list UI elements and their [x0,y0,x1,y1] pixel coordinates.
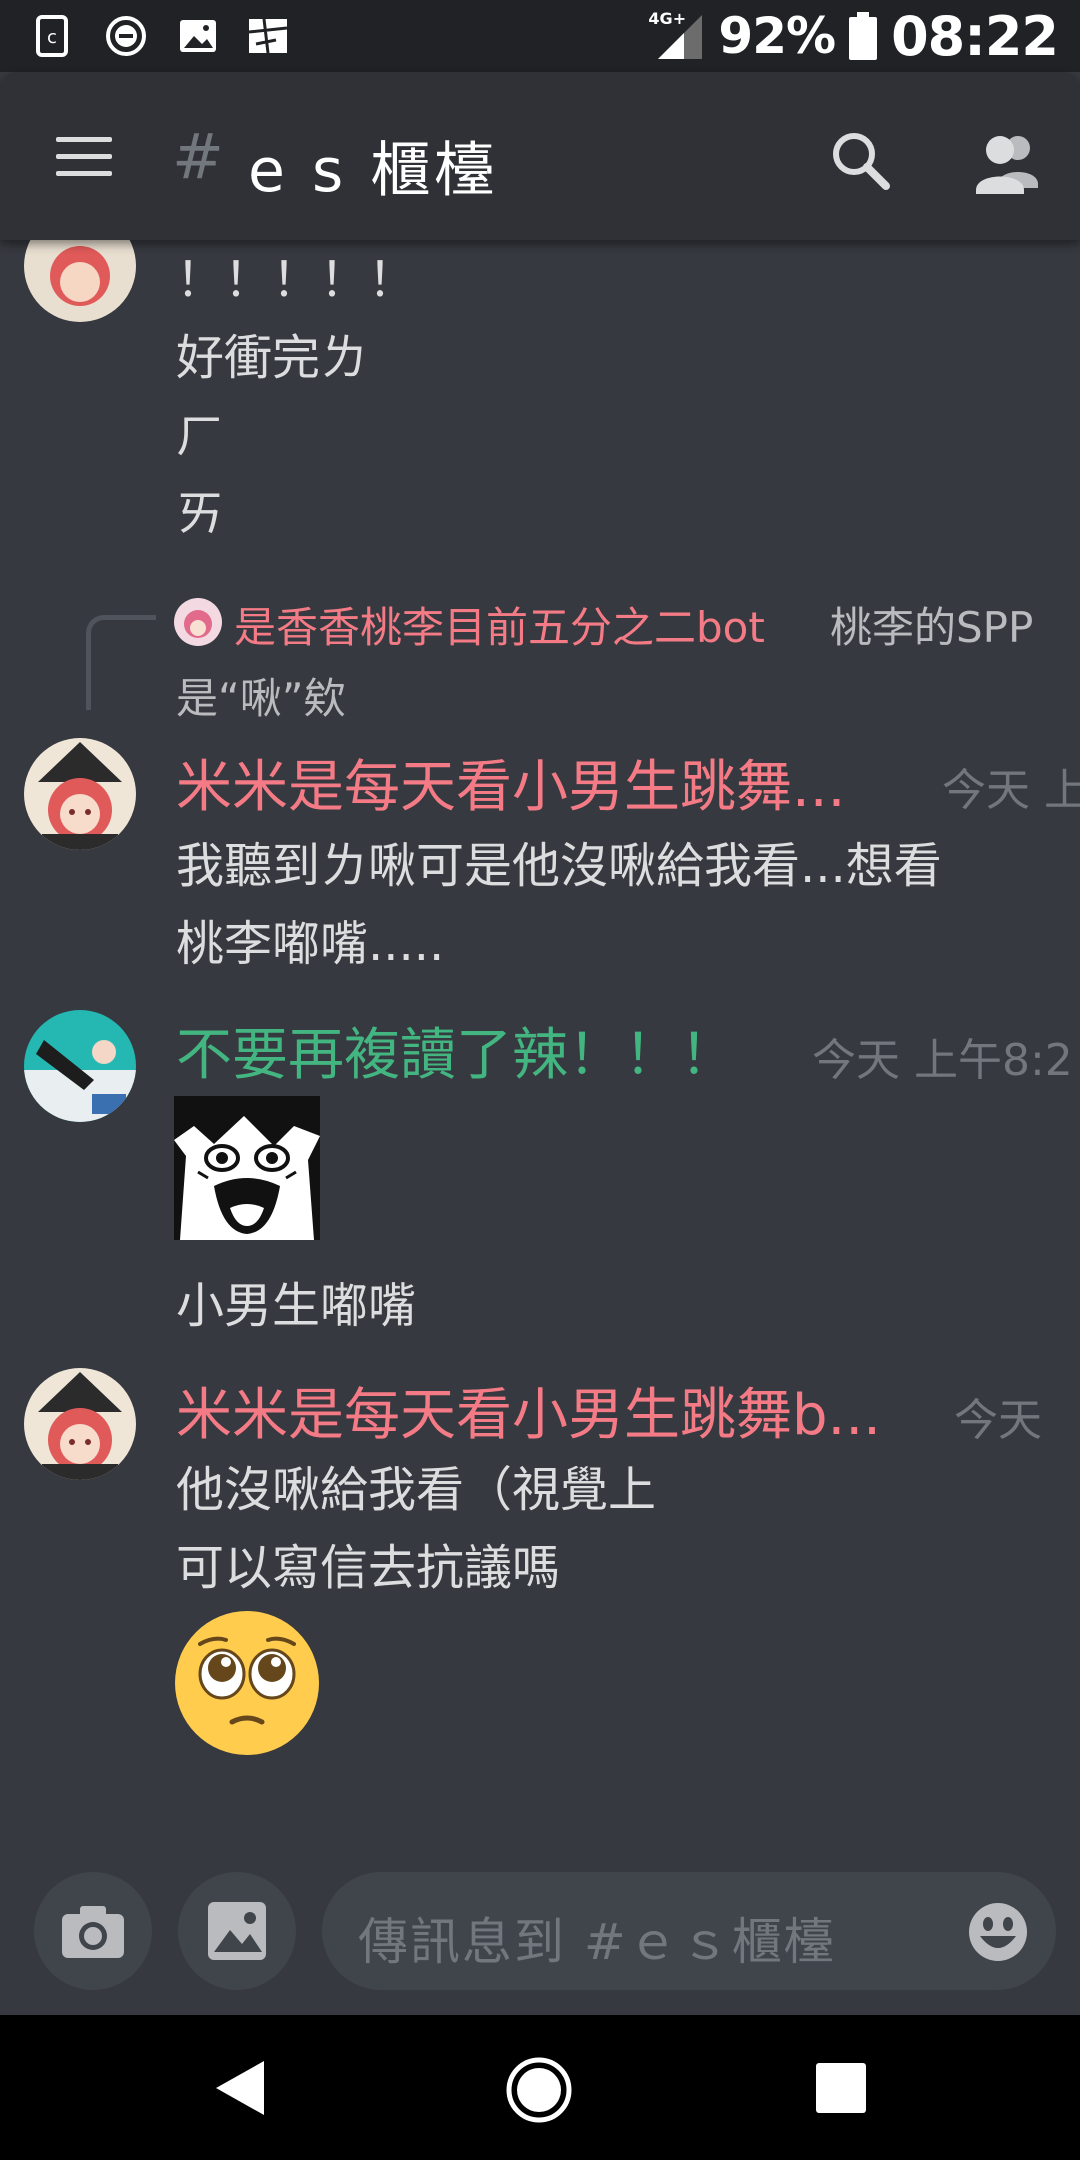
message-timestamp: 今天 [954,1395,1042,1446]
avatar[interactable] [24,240,136,322]
message-line: 可以寫信去抗議嗎 [176,1540,561,1596]
avatar[interactable] [24,1368,136,1480]
home-icon[interactable] [506,2057,572,2123]
back-icon[interactable] [212,2057,268,2119]
battery-icon [849,12,878,60]
reply-preview-continuation[interactable]: 是“啾”欸 [176,665,346,726]
status-right: 4G+ 92% 08:22 [648,0,1059,72]
message-line: 好衝完ㄌ [176,330,369,386]
hamburger-icon[interactable] [56,137,112,177]
reply-connector [86,615,156,710]
reply-avatar [174,598,222,646]
message-author[interactable]: 米米是每天看小男生跳舞b... [176,1370,881,1451]
message-author[interactable]: 米米是每天看小男生跳舞... [176,742,845,823]
pleading-face-emoji[interactable] [174,1610,320,1756]
recent-apps-icon[interactable] [816,2063,866,2113]
message-timestamp: 今天 上午8:2 [812,1035,1073,1086]
message-line: 小男生嘟嘴 [176,1278,417,1334]
message-input-placeholder: 傳訊息到 #ｅｓ櫃檯 [358,1913,836,1971]
sim-app-icon: c [36,15,68,57]
photo-collage-icon [248,18,288,54]
message-input[interactable]: 傳訊息到 #ｅｓ櫃檯 [322,1872,1056,1990]
message-line: 他沒啾給我看（視覺上 [176,1462,657,1518]
svg-text:c: c [47,27,57,48]
gallery-notification-icon [180,20,216,52]
channel-title[interactable]: e s 櫃檯 [248,122,498,209]
image-icon [208,1902,266,1960]
channel-hash-icon: # [172,120,224,193]
system-nav-bar [0,2015,1080,2160]
reply-preview[interactable]: 桃李的SPP [830,594,1033,655]
avatar[interactable] [24,738,136,850]
message-line: ㄏ [176,408,225,464]
message-author[interactable]: 不要再複讀了辣！！！ [176,1010,736,1091]
smile-icon[interactable] [968,1902,1028,1962]
do-not-disturb-icon [106,16,146,56]
message-line: ！！！！！ [176,252,417,308]
clock: 08:22 [891,4,1059,68]
message-timestamp: 今天 上 [942,765,1080,816]
manga-reaction-image[interactable] [174,1096,320,1240]
members-icon[interactable] [966,126,1048,198]
network-type: 4G+ [648,9,687,28]
camera-button[interactable] [34,1872,152,1990]
status-bar: c 4G+ 92% 08:22 [0,0,1080,72]
search-icon[interactable] [826,126,898,198]
reply-author[interactable]: 是香香桃李目前五分之二bot [234,594,765,655]
camera-icon [62,1906,124,1958]
message-line: 桃李嘟嘴..... [176,916,445,972]
signal-icon: 4G+ [648,9,704,61]
gallery-button[interactable] [178,1872,296,1990]
battery-percent: 92% [718,7,836,65]
message-list[interactable]: ！！！！！ 好衝完ㄌ ㄏ ㄞ 是香香桃李目前五分之二bot 桃李的SPP 是“啾… [0,240,1080,1870]
channel-header: # e s 櫃檯 [0,72,1080,240]
message-line: ㄞ [176,486,225,542]
message-line: 我聽到ㄌ啾可是他沒啾給我看...想看 [176,838,942,894]
avatar[interactable] [24,1010,136,1122]
